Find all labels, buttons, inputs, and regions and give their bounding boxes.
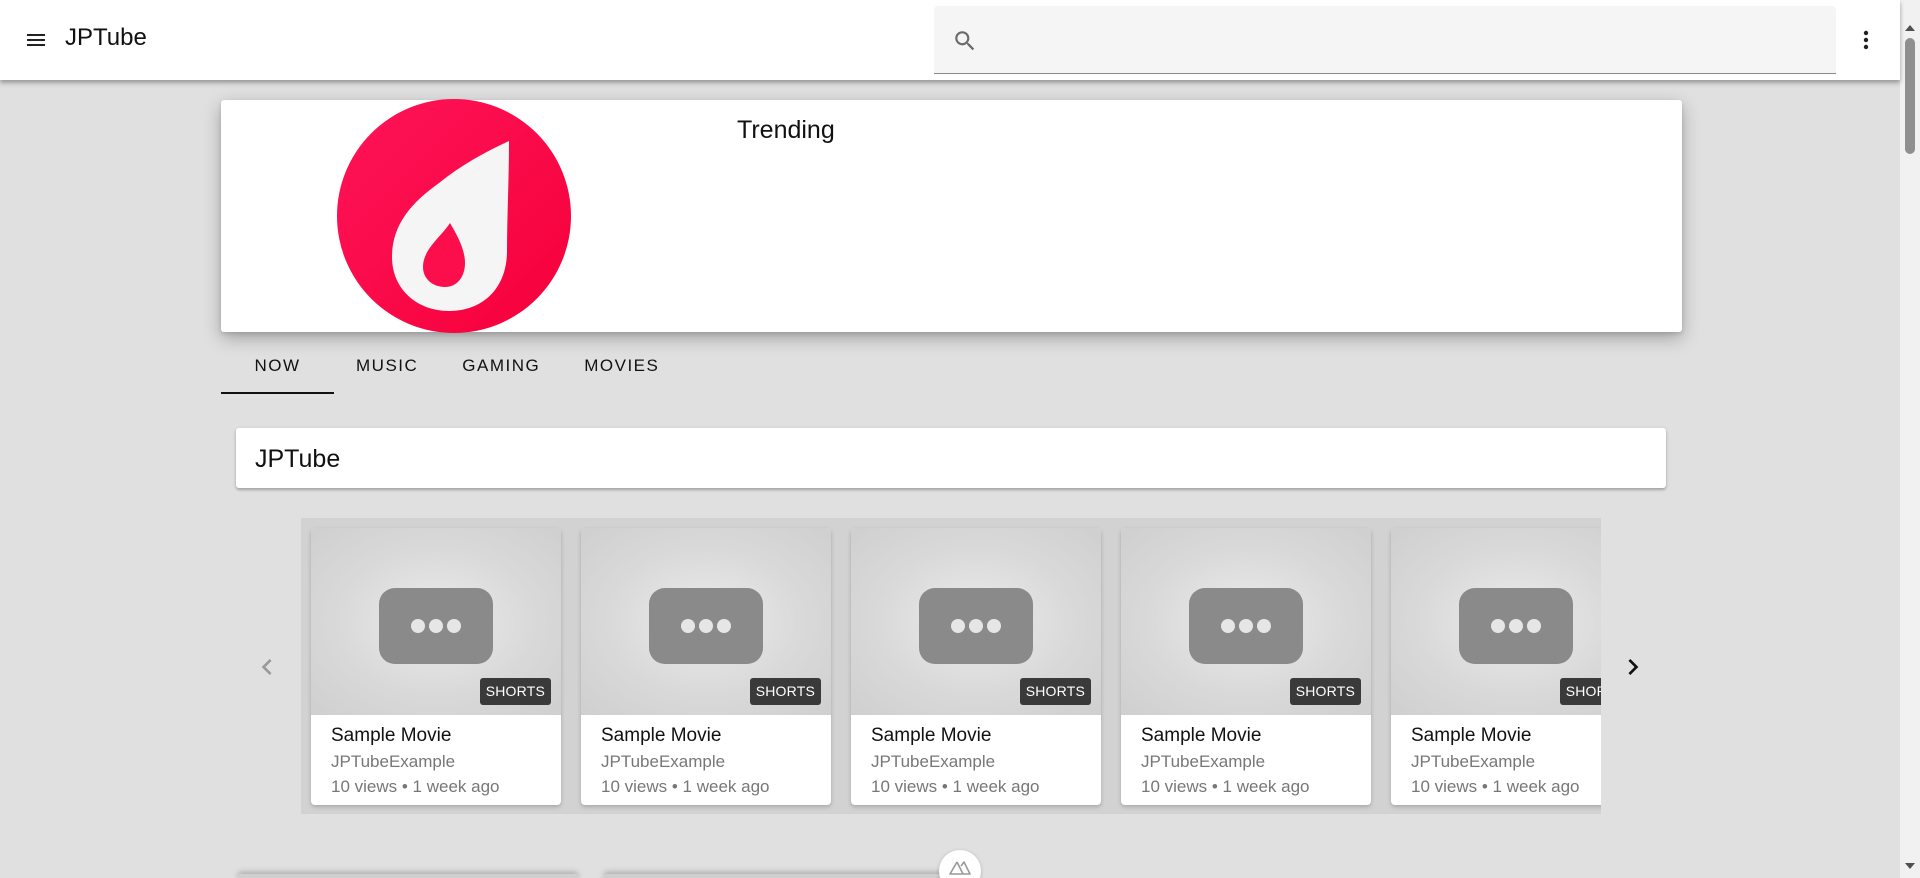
video-placeholder-icon bbox=[1189, 588, 1303, 664]
next-row-card[interactable] bbox=[238, 874, 578, 878]
shorts-badge: SHORTS bbox=[1289, 678, 1361, 705]
video-card[interactable]: SHORTS Sample Movie JPTubeExample 10 vie… bbox=[1121, 528, 1371, 805]
search-icon bbox=[955, 31, 975, 51]
video-placeholder-icon bbox=[919, 588, 1033, 664]
dev-tools-button[interactable] bbox=[939, 850, 981, 878]
video-meta: 10 views • 1 week ago bbox=[871, 777, 1040, 796]
category-tabs: NOW MUSIC GAMING MOVIES bbox=[221, 340, 681, 394]
video-title[interactable]: Sample Movie bbox=[1141, 725, 1261, 747]
shorts-badge: SHORTS bbox=[479, 678, 551, 705]
video-placeholder-icon bbox=[1459, 588, 1573, 664]
page-title: Trending bbox=[737, 116, 835, 144]
video-channel[interactable]: JPTubeExample bbox=[331, 752, 455, 772]
video-card[interactable]: SHORTS Sample Movie JPTubeExample 10 vie… bbox=[851, 528, 1101, 805]
video-card[interactable]: SHORTS Sample Movie JPTubeExample 10 vie… bbox=[1391, 528, 1601, 805]
video-title[interactable]: Sample Movie bbox=[601, 725, 721, 747]
video-thumbnail[interactable]: SHORTS bbox=[1121, 528, 1371, 715]
tab-music[interactable]: MUSIC bbox=[334, 340, 440, 392]
scroll-up-arrow-icon[interactable] bbox=[1905, 24, 1915, 32]
video-meta: 10 views • 1 week ago bbox=[1141, 777, 1310, 796]
menu-icon bbox=[27, 34, 45, 46]
next-row-card[interactable] bbox=[604, 874, 944, 878]
video-card[interactable]: SHORTS Sample Movie JPTubeExample 10 vie… bbox=[311, 528, 561, 805]
video-placeholder-icon bbox=[649, 588, 763, 664]
chevron-right-icon[interactable] bbox=[1617, 651, 1649, 683]
trending-fire-logo bbox=[337, 99, 571, 333]
tab-gaming[interactable]: GAMING bbox=[440, 340, 562, 392]
video-placeholder-icon bbox=[379, 588, 493, 664]
more-options-button[interactable] bbox=[1846, 20, 1886, 60]
app-bar: JPTube bbox=[0, 0, 1900, 80]
page-scrollbar[interactable] bbox=[1900, 0, 1920, 878]
video-thumbnail[interactable]: SHORTS bbox=[1391, 528, 1601, 715]
video-carousel[interactable]: SHORTS Sample Movie JPTubeExample 10 vie… bbox=[301, 518, 1601, 814]
section-title: JPTube bbox=[255, 445, 341, 473]
video-card[interactable]: SHORTS Sample Movie JPTubeExample 10 vie… bbox=[581, 528, 831, 805]
video-title[interactable]: Sample Movie bbox=[331, 725, 451, 747]
shorts-badge: SHORTS bbox=[1019, 678, 1091, 705]
video-thumbnail[interactable]: SHORTS bbox=[581, 528, 831, 715]
nuxt-logo-icon bbox=[949, 861, 971, 875]
search-field[interactable] bbox=[934, 6, 1836, 74]
video-channel[interactable]: JPTubeExample bbox=[601, 752, 725, 772]
video-meta: 10 views • 1 week ago bbox=[601, 777, 770, 796]
more-vert-icon bbox=[1863, 30, 1869, 50]
scroll-down-arrow-icon[interactable] bbox=[1905, 862, 1915, 870]
video-thumbnail[interactable]: SHORTS bbox=[311, 528, 561, 715]
video-meta: 10 views • 1 week ago bbox=[1411, 777, 1580, 796]
video-meta: 10 views • 1 week ago bbox=[331, 777, 500, 796]
video-channel[interactable]: JPTubeExample bbox=[1141, 752, 1265, 772]
video-title[interactable]: Sample Movie bbox=[1411, 725, 1531, 747]
shorts-badge: SHORTS bbox=[1559, 678, 1601, 705]
menu-button[interactable] bbox=[16, 20, 56, 60]
trending-header-card: Trending bbox=[221, 99, 1682, 333]
video-title[interactable]: Sample Movie bbox=[871, 725, 991, 747]
tab-now[interactable]: NOW bbox=[221, 340, 334, 394]
video-channel[interactable]: JPTubeExample bbox=[1411, 752, 1535, 772]
search-input[interactable] bbox=[990, 20, 1820, 60]
chevron-left-icon[interactable] bbox=[251, 651, 283, 683]
video-channel[interactable]: JPTubeExample bbox=[871, 752, 995, 772]
tab-movies[interactable]: MOVIES bbox=[562, 340, 681, 392]
shorts-badge: SHORTS bbox=[749, 678, 821, 705]
app-title[interactable]: JPTube bbox=[65, 24, 147, 52]
section-header-card: JPTube bbox=[236, 428, 1666, 488]
video-thumbnail[interactable]: SHORTS bbox=[851, 528, 1101, 715]
scroll-thumb[interactable] bbox=[1905, 38, 1915, 154]
